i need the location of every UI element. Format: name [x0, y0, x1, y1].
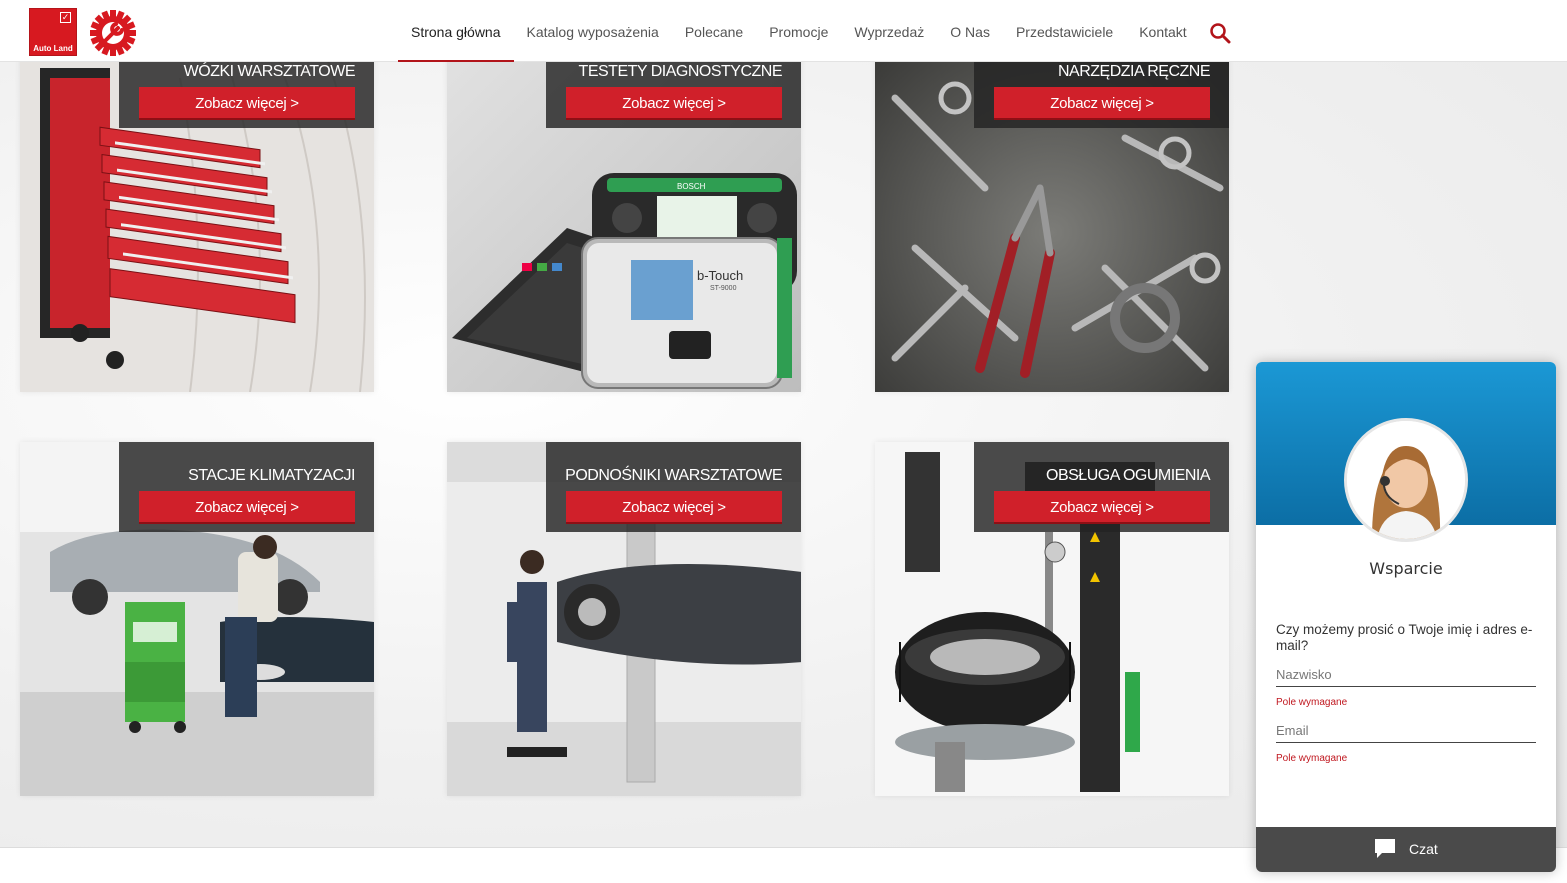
category-tile-lifts[interactable]: PODNOŚNIKI WARSZTATOWE Zobacz więcej >	[447, 442, 801, 796]
autoland-logo[interactable]: ✓ Auto Land	[29, 8, 77, 56]
nav-about[interactable]: O Nas	[937, 0, 1003, 62]
site-header: ✓ Auto Land Strona główna Katalog wyposa…	[0, 0, 1567, 62]
category-tile-diagnostics[interactable]: BOSCH b-Touch ST-9000 TESTETY DIAGNOSTYC…	[447, 38, 801, 392]
email-field[interactable]	[1276, 719, 1536, 743]
see-more-button[interactable]: Zobacz więcej >	[139, 491, 355, 524]
gear-wrench-icon[interactable]	[88, 8, 138, 58]
main-nav: Strona główna Katalog wyposażenia Poleca…	[398, 0, 1200, 62]
nav-contact[interactable]: Kontakt	[1126, 0, 1199, 62]
chat-agent-name: Wsparcie	[1369, 559, 1443, 578]
nav-sale[interactable]: Wyprzedaż	[841, 0, 937, 62]
tile-title: OBSŁUGA OGUMIENIA	[1046, 467, 1210, 484]
category-tile-tyres[interactable]: OBSŁUGA OGUMIENIA Zobacz więcej >	[875, 442, 1229, 796]
nav-representatives[interactable]: Przedstawiciele	[1003, 0, 1126, 62]
tile-banner: OBSŁUGA OGUMIENIA Zobacz więcej >	[974, 442, 1229, 532]
tile-title: STACJE KLIMATYZACJI	[188, 467, 355, 484]
name-required-note: Pole wymagane	[1276, 697, 1348, 708]
category-tile-ac-stations[interactable]: STACJE KLIMATYZACJI Zobacz więcej >	[20, 442, 374, 796]
tile-title: PODNOŚNIKI WARSZTATOWE	[565, 467, 782, 484]
see-more-button[interactable]: Zobacz więcej >	[566, 491, 782, 524]
chat-question: Czy możemy prosić o Twoje imię i adres e…	[1276, 622, 1533, 653]
see-more-button[interactable]: Zobacz więcej >	[994, 87, 1210, 120]
nav-home[interactable]: Strona główna	[398, 0, 514, 62]
nav-promotions[interactable]: Promocje	[756, 0, 841, 62]
email-required-note: Pole wymagane	[1276, 753, 1348, 764]
name-field[interactable]	[1276, 663, 1536, 687]
see-more-button[interactable]: Zobacz więcej >	[139, 87, 355, 120]
device-model: ST-9000	[710, 285, 737, 292]
tile-title: NARZĘDZIA RĘCZNE	[1057, 63, 1211, 80]
search-icon[interactable]	[1209, 22, 1231, 44]
device-product: b-Touch	[697, 268, 743, 283]
device-brand: BOSCH	[677, 182, 706, 191]
category-tile-hand-tools[interactable]: NARZĘDZIA RĘCZNE Zobacz więcej >	[875, 38, 1229, 392]
see-more-button[interactable]: Zobacz więcej >	[566, 87, 782, 120]
tile-title: WÓZKI WARSZTATOWE	[183, 63, 356, 80]
category-tile-trolleys[interactable]: WÓZKI WARSZTATOWE Zobacz więcej >	[20, 38, 374, 392]
see-more-button[interactable]: Zobacz więcej >	[994, 491, 1210, 524]
nav-catalog[interactable]: Katalog wyposażenia	[514, 0, 672, 62]
tile-banner: STACJE KLIMATYZACJI Zobacz więcej >	[119, 442, 374, 532]
check-icon: ✓	[60, 12, 71, 23]
tile-title: TESTETY DIAGNOSTYCZNE	[578, 63, 783, 80]
logo-text: Auto Land	[33, 44, 73, 53]
chat-button[interactable]: Czat	[1256, 827, 1556, 872]
support-chat-widget: Wsparcie Czy możemy prosić o Twoje imię …	[1256, 362, 1556, 872]
chat-bubble-icon	[1375, 839, 1395, 858]
tile-banner: PODNOŚNIKI WARSZTATOWE Zobacz więcej >	[546, 442, 801, 532]
support-agent-avatar	[1344, 418, 1468, 542]
nav-recommended[interactable]: Polecane	[672, 0, 756, 62]
chat-button-label: Czat	[1409, 841, 1438, 857]
support-agent-photo	[1347, 421, 1465, 539]
